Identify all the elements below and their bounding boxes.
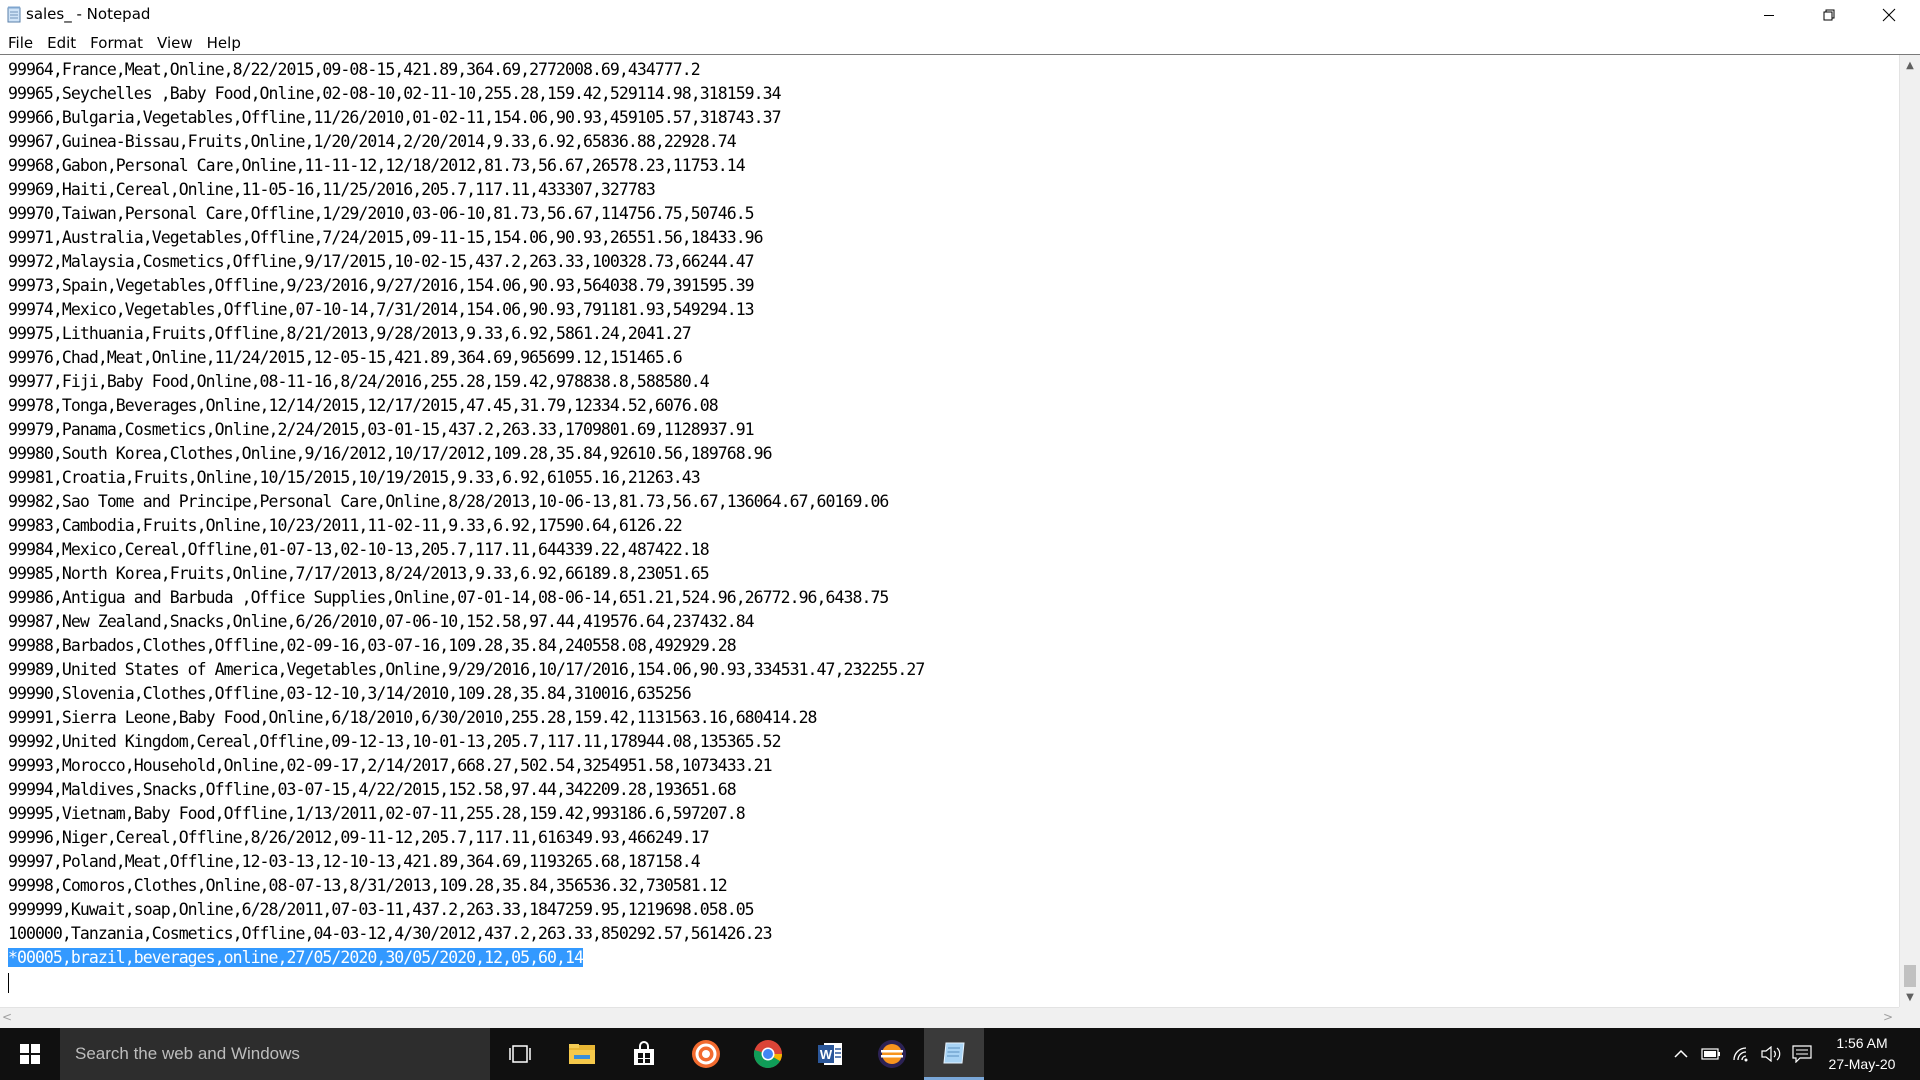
horizontal-scrollbar[interactable]: < > — [0, 1007, 1899, 1028]
notepad-icon — [7, 6, 21, 23]
text-line: 99974,Mexico,Vegetables,Offline,07-10-14… — [8, 300, 755, 319]
text-line: 99983,Cambodia,Fruits,Online,10/23/2011,… — [8, 516, 683, 535]
text-line: 99978,Tonga,Beverages,Online,12/14/2015,… — [8, 396, 719, 415]
menu-bar: File Edit Format View Help — [0, 30, 1920, 55]
text-line: 99989,United States of America,Vegetable… — [8, 660, 925, 679]
selected-text-line: *00005,brazil,beverages,online,27/05/202… — [8, 946, 1888, 970]
text-line: 99966,Bulgaria,Vegetables,Offline,11/26/… — [8, 108, 782, 127]
word-icon: W — [818, 1043, 842, 1065]
scroll-down-arrow-icon[interactable]: ▼ — [1900, 987, 1920, 1007]
text-line: 99971,Australia,Vegetables,Offline,7/24/… — [8, 228, 764, 247]
text-line: 99970,Taiwan,Personal Care,Offline,1/29/… — [8, 204, 755, 223]
text-line: 99980,South Korea,Clothes,Online,9/16/20… — [8, 444, 773, 463]
text-line: 99996,Niger,Cereal,Offline,8/26/2012,09-… — [8, 828, 710, 847]
notification-icon — [1792, 1045, 1812, 1063]
text-line: 99972,Malaysia,Cosmetics,Offline,9/17/20… — [8, 252, 755, 271]
scroll-left-arrow-icon[interactable]: < — [2, 1010, 12, 1024]
text-selection: *00005,brazil,beverages,online,27/05/202… — [8, 948, 584, 967]
task-view-icon — [509, 1045, 531, 1063]
text-line: 99975,Lithuania,Fruits,Offline,8/21/2013… — [8, 324, 692, 343]
menu-format[interactable]: Format — [83, 34, 150, 52]
taskbar-search-box[interactable]: Search the web and Windows — [60, 1028, 490, 1080]
menu-view[interactable]: View — [150, 34, 200, 52]
chrome-button[interactable] — [738, 1028, 798, 1080]
minimize-button[interactable] — [1746, 0, 1792, 30]
show-hidden-icons-button[interactable] — [1670, 1028, 1692, 1080]
minimize-icon — [1764, 15, 1774, 16]
text-line: 99993,Morocco,Household,Online,02-09-17,… — [8, 756, 773, 775]
text-caret — [8, 972, 9, 993]
svg-text:W: W — [820, 1047, 833, 1062]
close-button[interactable] — [1866, 0, 1912, 30]
search-placeholder: Search the web and Windows — [75, 1044, 300, 1063]
text-line: 99976,Chad,Meat,Online,11/24/2015,12-05-… — [8, 348, 683, 367]
text-line: 99985,North Korea,Fruits,Online,7/17/201… — [8, 564, 710, 583]
wifi-icon — [1733, 1047, 1748, 1062]
scroll-up-arrow-icon[interactable]: ▲ — [1900, 55, 1920, 75]
restore-icon — [1823, 9, 1835, 21]
text-line: 99997,Poland,Meat,Offline,12-03-13,12-10… — [8, 852, 701, 871]
window-title: sales_ - Notepad — [26, 5, 151, 23]
windows-logo-icon — [20, 1044, 40, 1064]
eclipse-button[interactable] — [862, 1028, 922, 1080]
chevron-up-icon — [1674, 1049, 1688, 1058]
clock-date: 27-May-20 — [1828, 1056, 1896, 1072]
taskbar: Search the web and Windows W 1:56 AM 27-… — [0, 1028, 1920, 1080]
vertical-scroll-thumb[interactable] — [1904, 965, 1916, 987]
restore-button[interactable] — [1806, 0, 1852, 30]
text-line: 99995,Vietnam,Baby Food,Offline,1/13/201… — [8, 804, 746, 823]
taskbar-clock[interactable]: 1:56 AM 27-May-20 — [1812, 1033, 1912, 1075]
volume-tray-button[interactable] — [1759, 1028, 1785, 1080]
text-line: 99979,Panama,Cosmetics,Online,2/24/2015,… — [8, 420, 755, 439]
text-line: 999999,Kuwait,soap,Online,6/28/2011,07-0… — [8, 900, 755, 919]
text-line: 99988,Barbados,Clothes,Offline,02-09-16,… — [8, 636, 737, 655]
text-line: 99987,New Zealand,Snacks,Online,6/26/201… — [8, 612, 755, 631]
text-line: 99990,Slovenia,Clothes,Offline,03-12-10,… — [8, 684, 692, 703]
text-line: 99968,Gabon,Personal Care,Online,11-11-1… — [8, 156, 746, 175]
notepad-taskbar-button[interactable] — [924, 1028, 984, 1080]
network-tray-button[interactable] — [1729, 1028, 1755, 1080]
vertical-scrollbar[interactable]: ▲ ▼ — [1899, 55, 1920, 1007]
text-line: 99991,Sierra Leone,Baby Food,Online,6/18… — [8, 708, 817, 727]
text-line: 100000,Tanzania,Cosmetics,Offline,04-03-… — [8, 924, 773, 943]
eclipse-icon — [878, 1040, 906, 1068]
scrollbar-corner — [1899, 1007, 1920, 1028]
clock-time: 1:56 AM — [1836, 1035, 1888, 1051]
text-line: 99982,Sao Tome and Principe,Personal Car… — [8, 492, 889, 511]
text-line: 99973,Spain,Vegetables,Offline,9/23/2016… — [8, 276, 755, 295]
avast-button[interactable] — [676, 1028, 736, 1080]
store-bag-icon — [634, 1041, 654, 1065]
chrome-icon — [753, 1040, 782, 1068]
text-line: 99977,Fiji,Baby Food,Online,08-11-16,8/2… — [8, 372, 710, 391]
title-bar: sales_ - Notepad — [0, 0, 1920, 30]
folder-icon — [569, 1044, 595, 1064]
text-line: 99967,Guinea-Bissau,Fruits,Online,1/20/2… — [8, 132, 737, 151]
avast-icon — [692, 1040, 720, 1068]
text-line: 99981,Croatia,Fruits,Online,10/15/2015,1… — [8, 468, 701, 487]
notepad-icon — [943, 1042, 965, 1063]
text-line: 99992,United Kingdom,Cereal,Offline,09-1… — [8, 732, 782, 751]
text-line: 99986,Antigua and Barbuda ,Office Suppli… — [8, 588, 889, 607]
caret-line — [8, 970, 1888, 994]
text-line: 99965,Seychelles ,Baby Food,Online,02-08… — [8, 84, 782, 103]
file-explorer-button[interactable] — [552, 1028, 612, 1080]
scroll-right-arrow-icon[interactable]: > — [1883, 1010, 1893, 1024]
text-editor[interactable]: 99964,France,Meat,Online,8/22/2015,09-08… — [8, 58, 1888, 1002]
text-line: 99969,Haiti,Cereal,Online,11-05-16,11/25… — [8, 180, 656, 199]
start-button[interactable] — [0, 1028, 60, 1080]
word-button[interactable]: W — [800, 1028, 860, 1080]
speaker-icon — [1761, 1046, 1781, 1062]
menu-help[interactable]: Help — [200, 34, 248, 52]
menu-edit[interactable]: Edit — [40, 34, 83, 52]
task-view-button[interactable] — [490, 1028, 550, 1080]
text-line: 99964,France,Meat,Online,8/22/2015,09-08… — [8, 60, 701, 79]
store-button[interactable] — [614, 1028, 674, 1080]
battery-icon — [1701, 1048, 1720, 1060]
battery-tray-button[interactable] — [1698, 1028, 1724, 1080]
menu-file[interactable]: File — [1, 34, 40, 52]
text-line: 99994,Maldives,Snacks,Offline,03-07-15,4… — [8, 780, 737, 799]
text-line: 99984,Mexico,Cereal,Offline,01-07-13,02-… — [8, 540, 710, 559]
text-line: 99998,Comoros,Clothes,Online,08-07-13,8/… — [8, 876, 728, 895]
close-icon — [1882, 8, 1896, 22]
